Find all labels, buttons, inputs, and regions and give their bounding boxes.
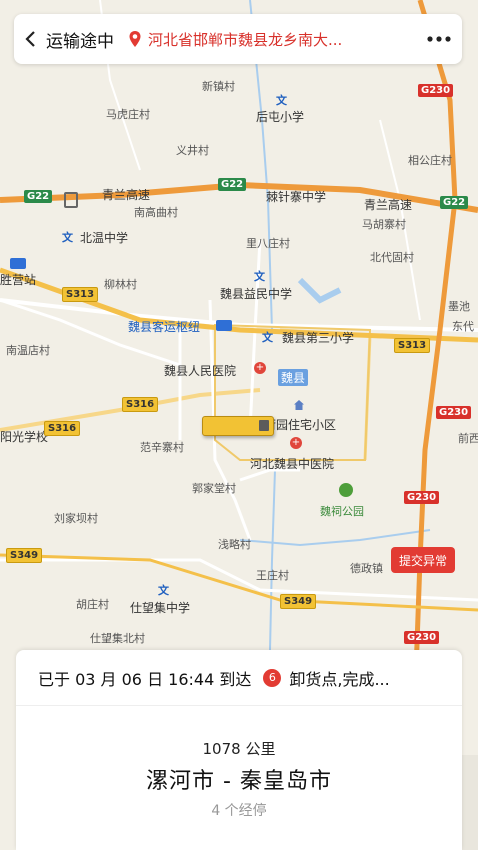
place-label: 前西 xyxy=(458,432,478,445)
arrival-status: 卸货点,完成... xyxy=(289,669,390,689)
road-shield: S316 xyxy=(44,421,81,436)
hospital-icon: + xyxy=(290,437,302,449)
place-label: 范辛寨村 xyxy=(140,441,184,454)
place-label: 浅略村 xyxy=(218,538,251,551)
school-icon: 文 xyxy=(62,231,73,244)
place-label: 胡庄村 xyxy=(76,598,109,611)
place-label: 王庄村 xyxy=(256,569,289,582)
road-shield: G230 xyxy=(404,491,440,504)
place-label: 东代 xyxy=(452,320,474,333)
stop-number-badge: 6 xyxy=(263,668,282,687)
place-label: 墨池 xyxy=(448,300,470,313)
place-label: 魏祠公园 xyxy=(320,505,364,518)
place-label: 相公庄村 xyxy=(408,154,452,167)
place-label: 荷园住宅小区 xyxy=(264,418,337,432)
location-text: 河北省邯郸市魏县龙乡南大... xyxy=(148,30,343,49)
page-title: 运输途中 xyxy=(46,31,114,52)
road-label: 青兰高速 xyxy=(102,188,151,202)
via-stops[interactable]: 4 个经停 xyxy=(16,800,462,820)
place-label: 南温店村 xyxy=(6,344,50,357)
place-label: 魏县益民中学 xyxy=(220,287,293,301)
place-label: 马胡寨村 xyxy=(362,218,406,231)
top-bar: 运输途中 河北省邯郸市魏县龙乡南大... xyxy=(14,14,462,64)
road-shield: S313 xyxy=(62,287,99,302)
place-label: 北温中学 xyxy=(80,231,129,245)
place-label: 柳林村 xyxy=(104,278,137,291)
panel-edge xyxy=(462,755,478,850)
place-label: 马虎庄村 xyxy=(106,108,150,121)
place-label: 南高曲村 xyxy=(134,206,178,219)
chevron-left-icon xyxy=(25,31,35,47)
trip-route: 漯河市 - 秦皇岛市 xyxy=(146,769,332,794)
county-label: 魏县 xyxy=(278,369,309,386)
location-pin-icon xyxy=(129,31,141,47)
place-label: 新镇村 xyxy=(202,80,235,93)
hospital-icon: + xyxy=(254,362,266,374)
place-label: 河北魏县中医院 xyxy=(250,457,335,471)
road-label: 青兰高速 xyxy=(364,198,413,212)
road-shield: S349 xyxy=(280,594,317,609)
service-area-icon xyxy=(64,192,78,208)
place-label: 魏县第三小学 xyxy=(282,331,355,345)
school-icon: 文 xyxy=(262,331,273,344)
road-shield: G22 xyxy=(218,178,247,191)
truck-icon[interactable] xyxy=(202,416,274,436)
road-shield: S349 xyxy=(6,548,43,563)
place-label: 后屯小学 xyxy=(256,110,305,124)
current-location[interactable]: 河北省邯郸市魏县龙乡南大... xyxy=(128,29,416,50)
place-label: 里八庄村 xyxy=(246,237,290,250)
report-exception-button[interactable]: 提交异常 xyxy=(391,547,455,573)
place-label: 仕望集中学 xyxy=(130,601,191,615)
place-label: 北代固村 xyxy=(370,251,414,264)
place-label: 魏县人民医院 xyxy=(164,364,237,378)
road-shield: G230 xyxy=(404,631,440,644)
trip-distance: 1078 公里 xyxy=(202,740,276,758)
bus-stop-icon xyxy=(216,320,232,331)
place-label: 棘针寨中学 xyxy=(266,190,327,204)
arrival-row[interactable]: 已于 03 月 06 日 16:44 到达 6 卸货点,完成... xyxy=(16,650,462,706)
place-label: 仕望集北村 xyxy=(90,632,145,645)
road-shield: G22 xyxy=(440,196,469,209)
place-label: 阳光学校 xyxy=(0,430,49,444)
more-horizontal-icon xyxy=(427,36,451,42)
place-label: 郭家堂村 xyxy=(192,482,236,495)
road-shield: G230 xyxy=(418,84,454,97)
bus-stop-icon xyxy=(10,258,26,269)
place-label: 魏县客运枢纽 xyxy=(128,320,201,334)
road-shield: S313 xyxy=(394,338,431,353)
place-label: 义井村 xyxy=(176,144,209,157)
road-shield: G230 xyxy=(436,406,472,419)
arrival-text: 已于 03 月 06 日 16:44 到达 xyxy=(38,669,252,689)
place-label: 胜营站 xyxy=(0,273,37,287)
school-icon: 文 xyxy=(158,584,169,597)
back-button[interactable] xyxy=(14,14,46,64)
place-label: 刘家坝村 xyxy=(54,512,98,525)
road-shield: S316 xyxy=(122,397,159,412)
more-button[interactable] xyxy=(416,14,462,64)
school-icon: 文 xyxy=(254,270,265,283)
school-icon: 文 xyxy=(276,94,287,107)
place-label: 德政镇 xyxy=(350,562,383,575)
road-shield: G22 xyxy=(24,190,53,203)
trip-panel: 已于 03 月 06 日 16:44 到达 6 卸货点,完成... 1078 公… xyxy=(16,650,462,850)
